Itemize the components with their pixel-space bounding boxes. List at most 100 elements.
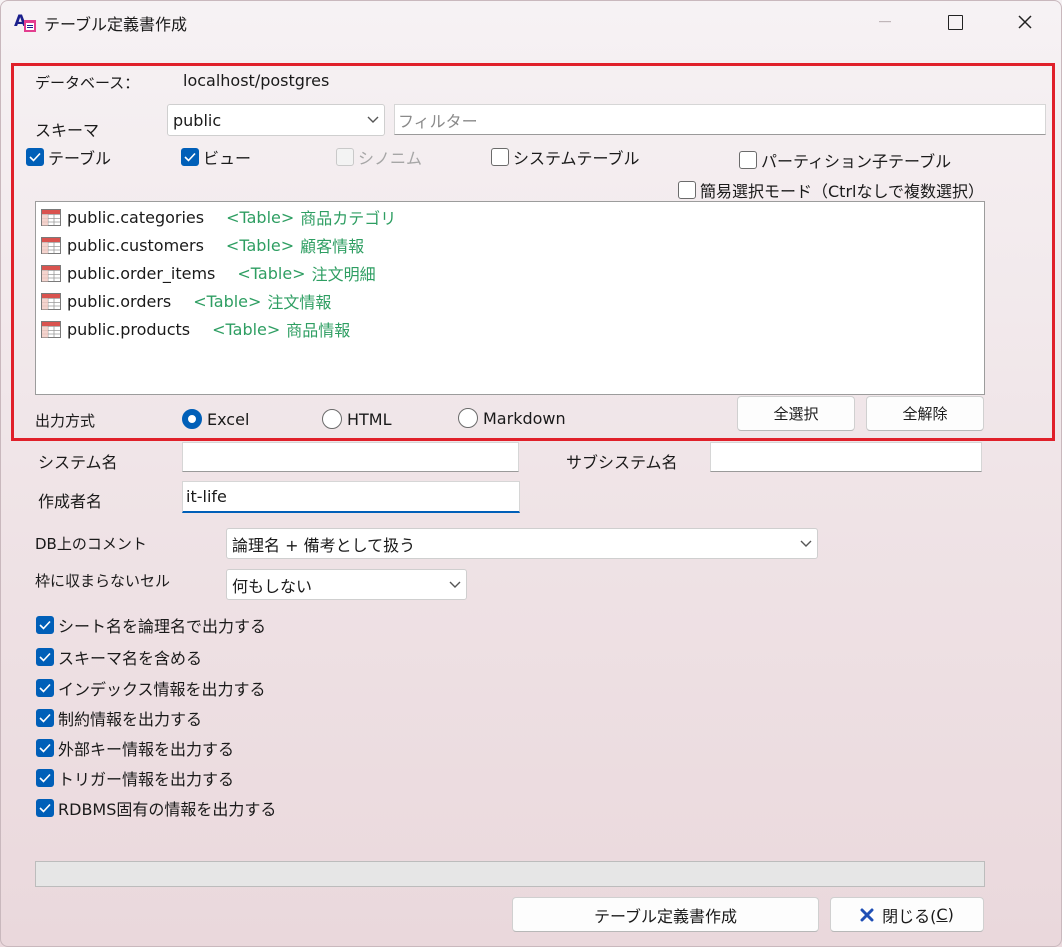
list-item[interactable]: public.categories <Table> 商品カテゴリ bbox=[41, 204, 396, 230]
author-input[interactable]: it-life bbox=[182, 481, 520, 513]
table-grid-icon bbox=[41, 320, 61, 338]
chevron-down-icon bbox=[795, 540, 817, 548]
list-item[interactable]: public.products <Table> 商品情報 bbox=[41, 316, 350, 342]
table-type: <Table> bbox=[237, 263, 306, 283]
schema-select[interactable]: public bbox=[167, 104, 385, 136]
table-comment: 注文明細 bbox=[311, 265, 376, 284]
radio-html[interactable]: HTML bbox=[322, 409, 392, 429]
maximize-icon bbox=[947, 14, 963, 30]
radio-html-label: HTML bbox=[347, 409, 392, 429]
checkbox-system-table[interactable]: システムテーブル bbox=[491, 145, 640, 169]
filter-placeholder: フィルター bbox=[398, 111, 478, 131]
table-grid-icon bbox=[41, 292, 61, 310]
table-name: public.customers bbox=[67, 235, 204, 255]
table-comment: 商品カテゴリ bbox=[300, 209, 397, 228]
radio-selected-indicator bbox=[182, 409, 202, 429]
option-label: RDBMS固有の情報を出力する bbox=[58, 800, 277, 819]
option-label: シート名を論理名で出力する bbox=[58, 617, 267, 636]
option-trigger-info[interactable]: トリガー情報を出力する bbox=[36, 766, 234, 790]
table-list[interactable]: public.categories <Table> 商品カテゴリ public.… bbox=[35, 201, 985, 395]
checkbox-synonym-label: シノニム bbox=[358, 149, 423, 168]
checkmark-icon bbox=[181, 148, 199, 166]
minimize-button[interactable] bbox=[850, 0, 920, 44]
list-item[interactable]: public.orders <Table> 注文情報 bbox=[41, 288, 331, 314]
table-type: <Table> bbox=[212, 319, 281, 339]
checkbox-system-table-label: システムテーブル bbox=[513, 149, 640, 168]
table-name: public.products bbox=[67, 319, 191, 339]
radio-excel-label: Excel bbox=[207, 409, 250, 429]
title-bar: A テーブル定義書作成 bbox=[0, 0, 1062, 44]
output-label: 出力方式 bbox=[35, 412, 96, 430]
checkbox-view[interactable]: ビュー bbox=[181, 145, 251, 169]
checkbox-empty bbox=[678, 181, 696, 199]
option-rdbms-specific[interactable]: RDBMS固有の情報を出力する bbox=[36, 796, 276, 820]
chevron-down-icon bbox=[362, 116, 384, 124]
checkbox-partition-child-label: パーティション子テーブル bbox=[761, 152, 952, 171]
checkbox-simple-select-label: 簡易選択モード（Ctrlなしで複数選択） bbox=[700, 182, 984, 201]
checkmark-icon bbox=[26, 148, 44, 166]
close-button[interactable]: 閉じる(C) bbox=[830, 897, 984, 932]
checkbox-partition-child[interactable]: パーティション子テーブル bbox=[739, 148, 951, 172]
option-index-info[interactable]: インデックス情報を出力する bbox=[36, 676, 266, 700]
close-button-text: 閉じる( bbox=[882, 906, 937, 926]
table-type: <Table> bbox=[225, 235, 295, 255]
system-name-input[interactable] bbox=[182, 442, 519, 472]
option-label: スキーマ名を含める bbox=[58, 649, 203, 668]
x-close-icon bbox=[860, 908, 874, 921]
close-icon bbox=[1018, 15, 1032, 29]
checkmark-icon bbox=[36, 679, 54, 697]
option-label: 制約情報を出力する bbox=[58, 710, 203, 729]
checkmark-icon bbox=[36, 739, 54, 757]
checkbox-table[interactable]: テーブル bbox=[26, 145, 111, 169]
option-label: インデックス情報を出力する bbox=[58, 680, 266, 699]
checkmark-icon bbox=[36, 709, 54, 727]
db-comment-selected-value: 論理名 + 備考として扱う bbox=[232, 535, 416, 555]
checkbox-empty bbox=[739, 151, 757, 169]
database-label: データベース： bbox=[35, 74, 140, 92]
option-label: 外部キー情報を出力する bbox=[58, 740, 235, 759]
overflow-cell-select[interactable]: 何もしない bbox=[226, 569, 467, 600]
db-comment-select[interactable]: 論理名 + 備考として扱う bbox=[226, 528, 818, 559]
checkmark-icon bbox=[36, 769, 54, 787]
select-all-button[interactable]: 全選択 bbox=[737, 396, 855, 431]
subsystem-name-input[interactable] bbox=[710, 442, 982, 472]
table-grid-icon bbox=[41, 208, 61, 226]
database-value: localhost/postgres bbox=[183, 71, 330, 90]
radio-markdown-label: Markdown bbox=[483, 408, 566, 428]
deselect-all-button[interactable]: 全解除 bbox=[866, 396, 984, 431]
overflow-cell-selected-value: 何もしない bbox=[232, 576, 313, 596]
filter-input[interactable]: フィルター bbox=[394, 104, 1046, 135]
system-name-label: システム名 bbox=[38, 453, 118, 472]
close-window-button[interactable] bbox=[990, 0, 1060, 44]
schema-label: スキーマ bbox=[35, 121, 100, 140]
progress-bar bbox=[35, 861, 985, 887]
db-comment-label: DB上のコメント bbox=[35, 535, 147, 553]
chevron-down-icon bbox=[444, 581, 466, 589]
checkbox-empty bbox=[491, 148, 509, 166]
option-constraint-info[interactable]: 制約情報を出力する bbox=[36, 706, 202, 730]
table-grid-icon bbox=[41, 236, 61, 254]
radio-indicator bbox=[458, 408, 478, 428]
list-item[interactable]: public.customers <Table> 顧客情報 bbox=[41, 232, 364, 258]
radio-markdown[interactable]: Markdown bbox=[458, 408, 566, 428]
table-name: public.order_items bbox=[67, 263, 216, 283]
radio-excel[interactable]: Excel bbox=[182, 409, 249, 429]
checkbox-empty bbox=[336, 148, 354, 166]
author-label: 作成者名 bbox=[38, 492, 103, 511]
checkbox-view-label: ビュー bbox=[203, 149, 252, 168]
option-include-schema[interactable]: スキーマ名を含める bbox=[36, 645, 202, 669]
minimize-icon bbox=[879, 21, 891, 23]
checkmark-icon bbox=[36, 648, 54, 666]
option-foreign-key-info[interactable]: 外部キー情報を出力する bbox=[36, 736, 234, 760]
schema-selected-value: public bbox=[173, 110, 222, 130]
checkbox-simple-select[interactable]: 簡易選択モード（Ctrlなしで複数選択） bbox=[678, 178, 984, 202]
list-item[interactable]: public.order_items <Table> 注文明細 bbox=[41, 260, 376, 286]
overflow-cell-label: 枠に収まらないセル bbox=[35, 572, 171, 590]
table-comment: 注文情報 bbox=[267, 293, 332, 312]
create-definition-button[interactable]: テーブル定義書作成 bbox=[512, 897, 819, 932]
table-comment: 商品情報 bbox=[286, 321, 351, 340]
option-sheet-logical-name[interactable]: シート名を論理名で出力する bbox=[36, 613, 266, 637]
checkmark-icon bbox=[36, 799, 54, 817]
maximize-button[interactable] bbox=[920, 0, 990, 44]
close-button-accesskey: C bbox=[936, 905, 948, 924]
